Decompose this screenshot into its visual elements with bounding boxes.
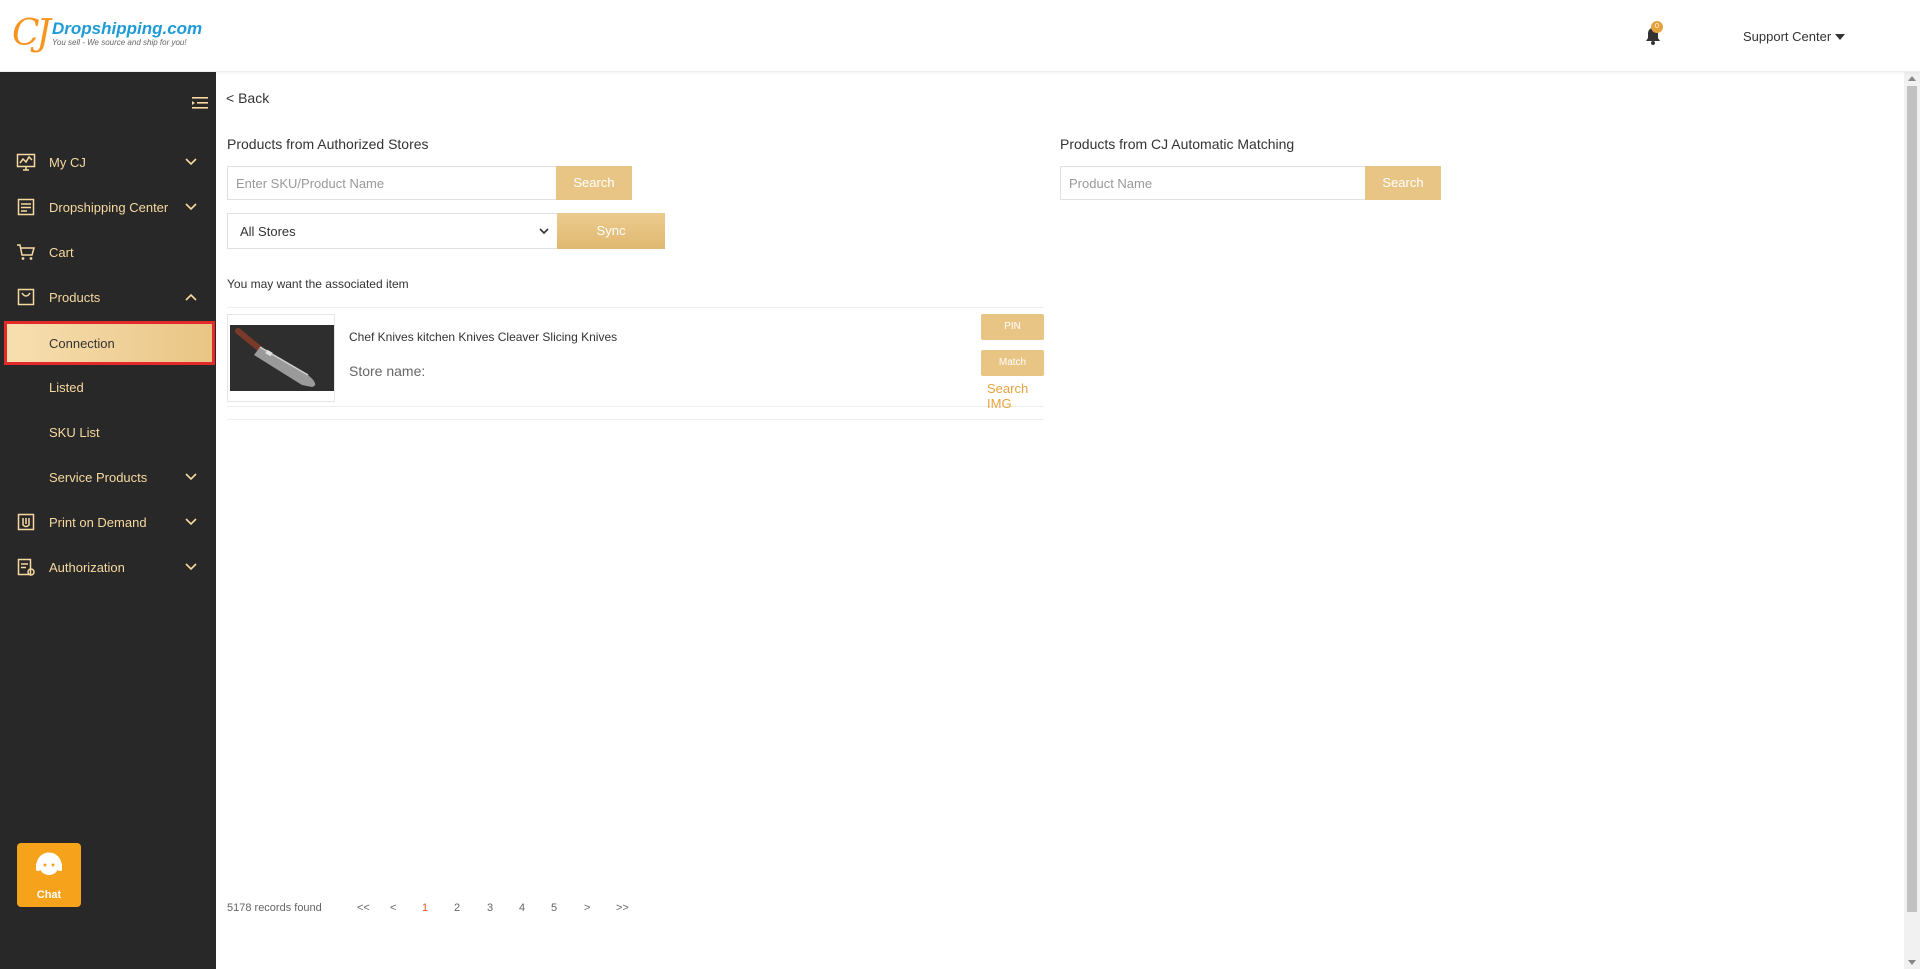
vertical-scrollbar[interactable]	[1904, 72, 1920, 969]
chevron-down-icon	[185, 158, 197, 166]
authorization-icon	[17, 558, 35, 576]
page-prev[interactable]: <	[390, 902, 396, 914]
logo-tagline: You sell - We source and ship for you!	[51, 38, 187, 47]
sidebar-item-cart[interactable]: Cart	[0, 230, 216, 274]
store-select[interactable]: All Stores	[227, 213, 558, 249]
divider	[227, 419, 1044, 420]
bag-icon	[17, 288, 35, 306]
print-icon	[17, 513, 35, 531]
pagination: 5178 records found << < 1 2 3 4 5 > >>	[227, 901, 647, 915]
authorized-stores-title: Products from Authorized Stores	[227, 136, 429, 152]
chevron-down-icon	[185, 203, 197, 211]
chat-label: Chat	[36, 889, 62, 901]
chevron-down-icon	[185, 473, 197, 481]
store-select-value: All Stores	[240, 223, 296, 239]
sidebar-item-label: Service Products	[49, 469, 148, 485]
cj-matching-title: Products from CJ Automatic Matching	[1060, 136, 1295, 152]
page-last[interactable]: >>	[616, 902, 629, 914]
sidebar-item-label: Cart	[49, 244, 74, 260]
sidebar-item-sku-list[interactable]: SKU List	[0, 410, 216, 454]
match-button[interactable]: Match	[981, 350, 1044, 376]
product-name-input[interactable]	[1060, 166, 1366, 200]
top-header: CJ Dropshipping.com You sell - We source…	[0, 0, 1920, 72]
cj-logo[interactable]: CJ Dropshipping.com You sell - We source…	[12, 16, 202, 52]
monitor-chart-icon	[16, 153, 36, 171]
chevron-down-icon	[185, 518, 197, 526]
sidebar-item-label: Dropshipping Center	[49, 199, 169, 215]
sidebar: My CJ Dropshipping Center Cart Products …	[0, 72, 216, 969]
sidebar-item-my-cj[interactable]: My CJ	[0, 140, 216, 184]
store-search-button[interactable]: Search	[556, 166, 632, 200]
product-thumbnail[interactable]	[227, 314, 335, 402]
sidebar-item-authorization[interactable]: Authorization	[0, 545, 216, 589]
chevron-down-icon	[185, 563, 197, 571]
sidebar-item-label: Products	[49, 289, 101, 305]
sync-button[interactable]: Sync	[557, 213, 665, 249]
page-first[interactable]: <<	[357, 902, 370, 914]
sidebar-item-print-on-demand[interactable]: Print on Demand	[0, 500, 216, 544]
product-row: Chef Knives kitchen Knives Cleaver Slici…	[227, 307, 1044, 411]
page-number-5[interactable]: 5	[551, 902, 557, 914]
store-name-label: Store name:	[349, 363, 426, 379]
sidebar-item-label: Print on Demand	[49, 514, 147, 530]
back-link[interactable]: < Back	[226, 90, 269, 106]
headset-icon	[36, 852, 62, 875]
cj-search-button[interactable]: Search	[1365, 166, 1441, 200]
knife-image	[230, 325, 334, 391]
sidebar-item-label: Authorization	[49, 559, 125, 575]
page-number-4[interactable]: 4	[519, 902, 525, 914]
scroll-thumb[interactable]	[1907, 86, 1917, 912]
notification-badge: 0	[1651, 21, 1663, 33]
sidebar-item-products[interactable]: Products	[0, 275, 216, 319]
logo-title: Dropshipping.com	[51, 19, 203, 38]
cart-icon	[17, 244, 35, 260]
sidebar-item-label: My CJ	[49, 154, 86, 170]
page-number-3[interactable]: 3	[487, 902, 493, 914]
sidebar-item-connection[interactable]: Connection	[4, 321, 215, 365]
chevron-down-icon	[539, 228, 549, 235]
sku-search-input[interactable]	[227, 166, 557, 200]
sidebar-item-label: SKU List	[49, 424, 100, 440]
main-content: < Back Products from Authorized Stores S…	[216, 72, 1904, 969]
product-name: Chef Knives kitchen Knives Cleaver Slici…	[349, 330, 618, 344]
search-img-link[interactable]: Search IMG	[987, 381, 1044, 411]
caret-down-icon	[1835, 33, 1846, 40]
records-count: 5178 records found	[227, 902, 322, 914]
sidebar-item-label: Connection	[49, 335, 115, 351]
sidebar-item-label: Listed	[49, 379, 84, 395]
support-center-menu[interactable]: Support Center	[1743, 29, 1846, 44]
sidebar-item-listed[interactable]: Listed	[0, 365, 216, 409]
associated-item-label: You may want the associated item	[227, 277, 409, 291]
logo-mark: CJ	[12, 13, 51, 54]
page-number-1[interactable]: 1	[422, 902, 428, 914]
sidebar-item-service-products[interactable]: Service Products	[0, 455, 216, 499]
page-next[interactable]: >	[584, 902, 590, 914]
collapse-menu-icon[interactable]	[192, 96, 208, 110]
chat-button[interactable]: Chat	[17, 843, 81, 907]
scroll-up-arrow-icon[interactable]	[1908, 76, 1916, 81]
sidebar-item-dropshipping-center[interactable]: Dropshipping Center	[0, 185, 216, 229]
chevron-up-icon	[185, 293, 197, 301]
pin-button[interactable]: PIN	[981, 314, 1044, 340]
scroll-down-arrow-icon[interactable]	[1908, 960, 1916, 965]
page-number-2[interactable]: 2	[454, 902, 460, 914]
clipboard-icon	[17, 198, 35, 216]
support-center-label: Support Center	[1743, 29, 1832, 44]
